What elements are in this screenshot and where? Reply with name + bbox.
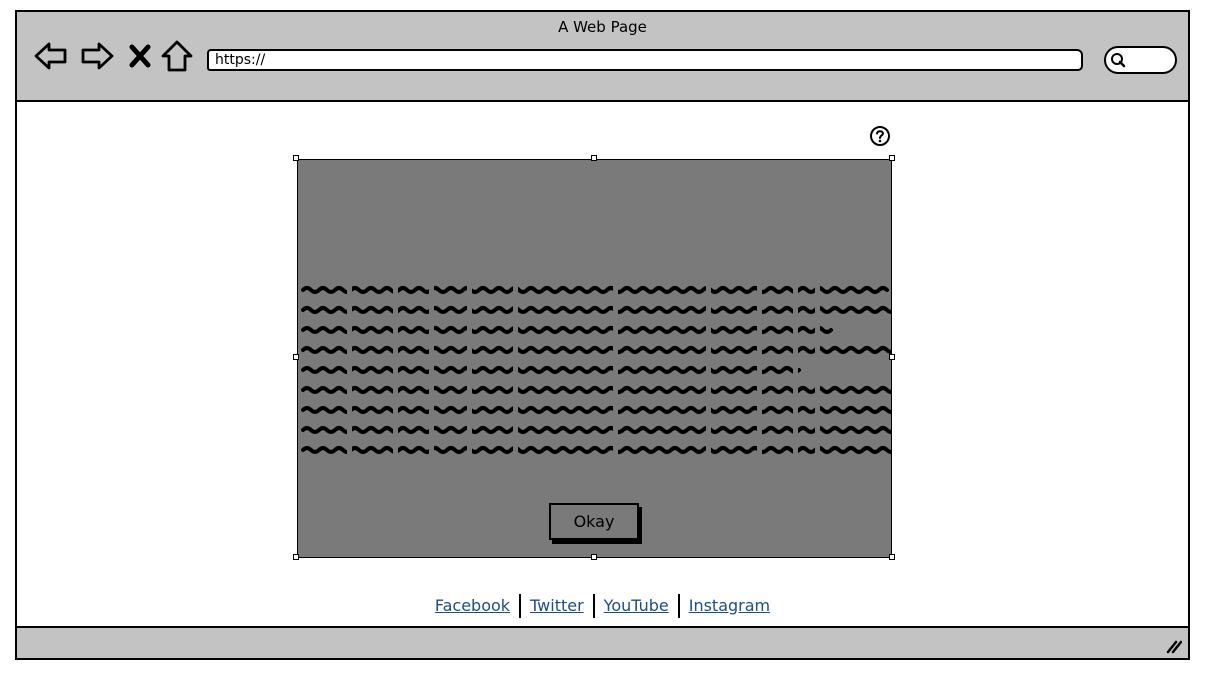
link-divider [592,594,595,618]
status-bar [17,626,1188,658]
search-icon [1111,53,1126,68]
resize-handle-se[interactable] [889,554,895,560]
window-title: A Web Page [558,18,647,36]
modal-body-text [301,280,891,455]
forward-icon[interactable] [79,38,115,74]
facebook-link[interactable]: Facebook [435,596,510,615]
okay-button[interactable]: Okay [549,503,639,540]
youtube-link[interactable]: YouTube [604,596,669,615]
resize-handle-ne[interactable] [889,155,895,161]
resize-handle-n[interactable] [591,155,597,161]
resize-grip-icon[interactable] [1164,636,1182,654]
address-bar[interactable]: https:// [207,49,1083,71]
search-field[interactable] [1104,46,1177,74]
resize-handle-w[interactable] [293,354,299,360]
browser-toolbar: A Web Page https:// [17,12,1188,102]
resize-handle-s[interactable] [591,554,597,560]
resize-handle-sw[interactable] [293,554,299,560]
footer-links: Facebook Twitter YouTube Instagram [17,594,1188,618]
link-divider [677,594,680,618]
instagram-link[interactable]: Instagram [689,596,770,615]
browser-window: A Web Page https:// Okay Facebook Twitte… [15,10,1190,660]
home-icon[interactable] [159,38,195,74]
back-icon[interactable] [33,38,69,74]
twitter-link[interactable]: Twitter [530,596,584,615]
resize-handle-nw[interactable] [293,155,299,161]
modal-dialog: Okay [297,159,892,558]
resize-handle-e[interactable] [889,354,895,360]
link-divider [519,594,522,618]
help-icon[interactable] [869,125,891,147]
stop-icon[interactable] [125,38,155,74]
